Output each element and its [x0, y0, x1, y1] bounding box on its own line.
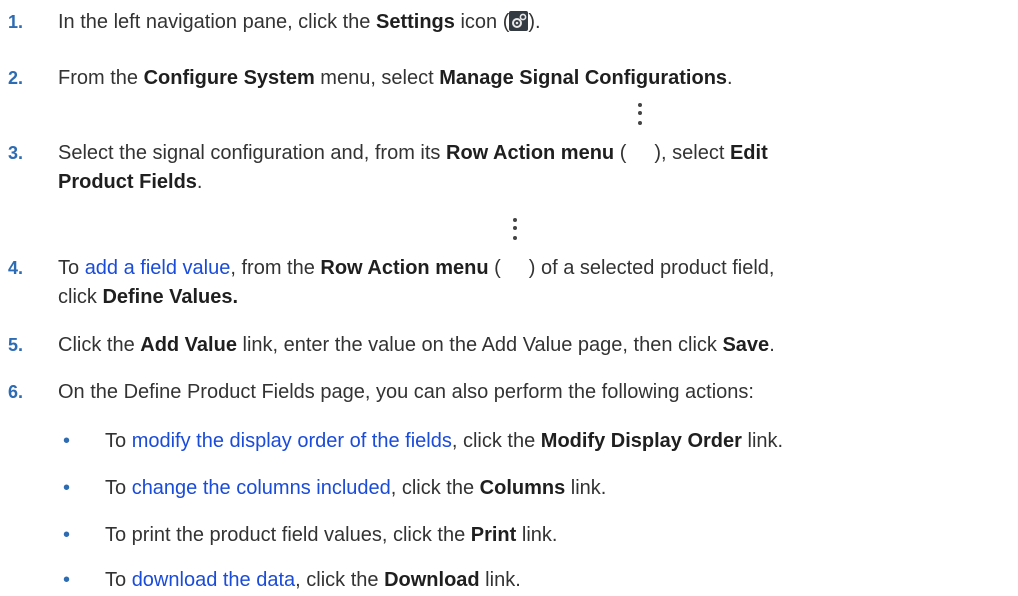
- step-text: Select the signal configuration and, fro…: [58, 103, 1010, 197]
- bullet-marker: •: [63, 430, 71, 452]
- step-number: 3.: [8, 143, 24, 163]
- bullet-text: To change the columns included, click th…: [105, 477, 607, 499]
- add-field-value-link[interactable]: add a field value: [85, 257, 231, 279]
- step-text: On the Define Product Fields page, you c…: [58, 381, 754, 403]
- step-number: 4.: [8, 258, 24, 278]
- row-action-menu-icon: [501, 218, 529, 272]
- bullet-text: To print the product field values, click…: [105, 524, 558, 546]
- step-text: In the left navigation pane, click the S…: [58, 11, 541, 33]
- row-action-menu-icon: [626, 103, 654, 157]
- bullet-marker: •: [63, 477, 71, 499]
- bullet-marker: •: [63, 569, 71, 591]
- bullet-text: To modify the display order of the field…: [105, 430, 784, 452]
- modify-display-order-link[interactable]: modify the display order of the fields: [132, 430, 452, 452]
- bullet-marker: •: [63, 524, 71, 546]
- change-columns-link[interactable]: change the columns included: [132, 477, 391, 499]
- download-data-link[interactable]: download the data: [132, 569, 295, 591]
- step-number: 5.: [8, 335, 24, 355]
- step-text: Click the Add Value link, enter the valu…: [58, 334, 775, 356]
- step-text: To add a field value, from the Row Actio…: [58, 218, 1010, 312]
- step-number: 2.: [8, 68, 24, 88]
- bullet-text: To download the data, click the Download…: [105, 569, 521, 591]
- step-number: 1.: [8, 12, 24, 32]
- step-number: 6.: [8, 382, 24, 402]
- settings-gear-icon: [509, 11, 529, 31]
- step-text: From the Configure System menu, select M…: [58, 67, 733, 89]
